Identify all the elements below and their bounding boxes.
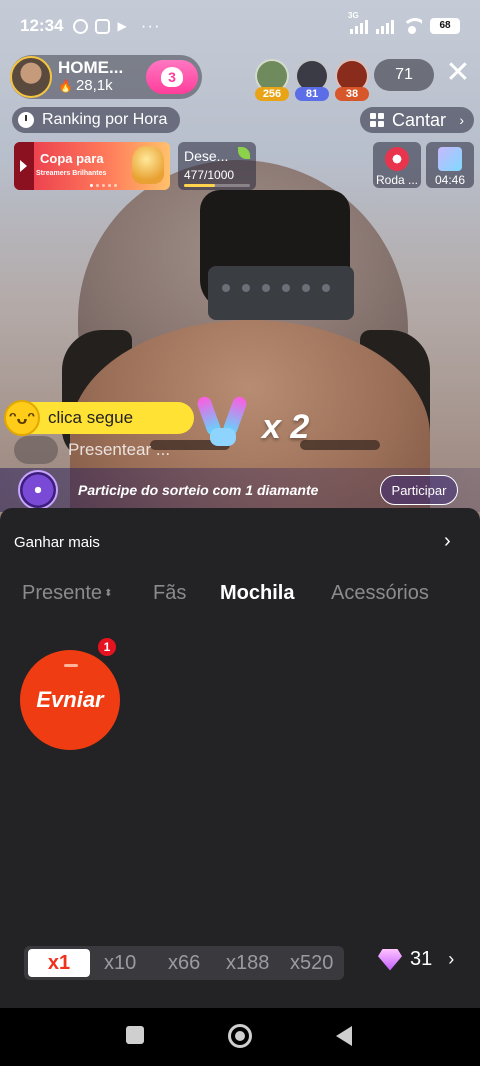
backpack-item[interactable]: Evniar 1: [20, 636, 122, 752]
viewer-badge: 38: [335, 87, 369, 101]
roda-label: Roda ...: [375, 173, 419, 187]
apps-grid-icon: [370, 113, 384, 127]
status-time: 12:34: [20, 16, 64, 35]
top-viewer-1[interactable]: 256: [255, 59, 289, 101]
chevron-right-icon[interactable]: ›: [444, 530, 451, 553]
send-item-button[interactable]: Evniar: [20, 650, 120, 750]
system-nav-bar: [0, 1008, 480, 1066]
tab-fas[interactable]: Fãs: [153, 582, 186, 605]
gift-combo-multiplier: x 2: [262, 408, 310, 446]
gift-tabs: Presente ⬍ Fãs Mochila Acessórios: [0, 582, 480, 612]
top-viewer-3[interactable]: 38: [335, 59, 369, 101]
wish-goal-card[interactable]: Dese... 477/1000: [178, 142, 256, 190]
ranking-label: Ranking por Hora: [42, 111, 168, 128]
gift-animation-icon: [195, 392, 254, 450]
video-brow-right: [300, 440, 380, 450]
host-avatar[interactable]: [10, 56, 52, 98]
media-play-icon: ▶: [117, 19, 127, 33]
battery-icon: 68: [430, 18, 460, 34]
diamond-icon: [378, 948, 402, 971]
gift-panel: Ganhar mais › Presente ⬍ Fãs Mochila Aces…: [0, 508, 480, 1008]
diamond-balance-value: 31: [410, 948, 433, 970]
viewer-count-button[interactable]: 71: [374, 59, 434, 91]
earn-more-link[interactable]: Ganhar mais: [14, 534, 100, 551]
tab-presente-label: Presente: [22, 582, 103, 604]
chat-message-text: clica segue: [48, 408, 134, 427]
tab-presente[interactable]: Presente ⬍: [22, 582, 112, 605]
follow-level: 3: [161, 67, 183, 87]
status-bar: 12:34 ▶ ··· 3G 68: [0, 0, 480, 52]
host-card[interactable]: HOME... 🔥 28,1k 3: [10, 55, 202, 99]
banner-subtitle: Streamers Brilhantes: [36, 170, 107, 177]
lottery-text: Participe do sorteio com 1 diamante: [78, 482, 319, 498]
recents-button[interactable]: [126, 1026, 144, 1044]
gift-notice-text: Presentear ...: [68, 440, 171, 459]
cantar-button[interactable]: Cantar ›: [360, 107, 474, 133]
chevron-right-icon: ›: [448, 949, 455, 969]
lottery-wheel-icon: [18, 470, 58, 510]
instagram-icon: [95, 18, 111, 34]
quantity-option-x66[interactable]: x66: [168, 949, 200, 977]
timer-gift-button[interactable]: 04:46: [426, 142, 474, 188]
host-likes-count: 28,1k: [75, 77, 113, 95]
diamond-balance[interactable]: 31 ›: [378, 948, 454, 971]
cantar-label: Cantar: [392, 109, 447, 130]
timer-label: 04:46: [434, 173, 466, 187]
home-button[interactable]: [228, 1024, 252, 1048]
back-button[interactable]: [336, 1026, 352, 1046]
quantity-option-x188[interactable]: x188: [226, 949, 269, 977]
ranking-button[interactable]: Ranking por Hora: [12, 107, 180, 133]
chevron-right-icon: ›: [459, 112, 464, 128]
flame-icon: 🔥: [58, 78, 73, 93]
tab-mochila[interactable]: Mochila: [220, 582, 294, 605]
network-type: 3G: [348, 11, 359, 20]
banner-title: Copa para: [40, 151, 104, 166]
trophy-icon: [132, 146, 164, 184]
item-count-badge: 1: [96, 636, 118, 658]
close-icon[interactable]: ✕: [444, 58, 472, 90]
lottery-bar: Participe do sorteio com 1 diamante Part…: [0, 468, 480, 512]
sender-avatar: [14, 436, 58, 464]
wifi-icon: [402, 18, 422, 34]
whatsapp-icon: [73, 18, 89, 34]
more-notifications-icon: ···: [140, 16, 161, 35]
banner-pager: [90, 184, 117, 187]
host-likes: 🔥 28,1k: [58, 78, 140, 95]
roda-button[interactable]: Roda ...: [373, 142, 421, 188]
gift-notice: Presentear ...: [14, 436, 170, 464]
gift-box-icon: [438, 147, 462, 171]
wish-goal-progress-bar: [184, 184, 250, 187]
clock-icon: [18, 112, 34, 128]
viewer-badge: 256: [255, 87, 289, 101]
quantity-selector: x1 x10 x66 x188 x520: [24, 946, 344, 980]
quantity-option-x520[interactable]: x520: [290, 949, 333, 977]
sort-icon: ⬍: [104, 588, 113, 600]
signal-icon-2: [376, 18, 394, 34]
quantity-option-x1[interactable]: x1: [28, 949, 90, 977]
top-viewer-2[interactable]: 81: [295, 59, 329, 101]
event-banner[interactable]: Copa para Streamers Brilhantes: [14, 142, 170, 190]
quantity-option-x10[interactable]: x10: [104, 949, 136, 977]
chat-message: ᵔᴗᵔ clica segue: [4, 400, 194, 436]
tab-acessorios[interactable]: Acessórios: [331, 582, 429, 605]
laughing-emoji-icon: ᵔᴗᵔ: [4, 400, 40, 436]
follow-button[interactable]: 3: [146, 60, 198, 94]
wish-goal-progress-text: 477/1000: [184, 168, 235, 182]
video-cap-strap: [208, 266, 354, 320]
participate-button[interactable]: Participar: [380, 475, 458, 505]
host-name: HOME...: [58, 59, 124, 78]
banner-collapse-icon[interactable]: [14, 142, 34, 190]
signal-icon: 3G: [348, 11, 368, 34]
wheel-icon: [385, 147, 409, 171]
viewer-badge: 81: [295, 87, 329, 101]
